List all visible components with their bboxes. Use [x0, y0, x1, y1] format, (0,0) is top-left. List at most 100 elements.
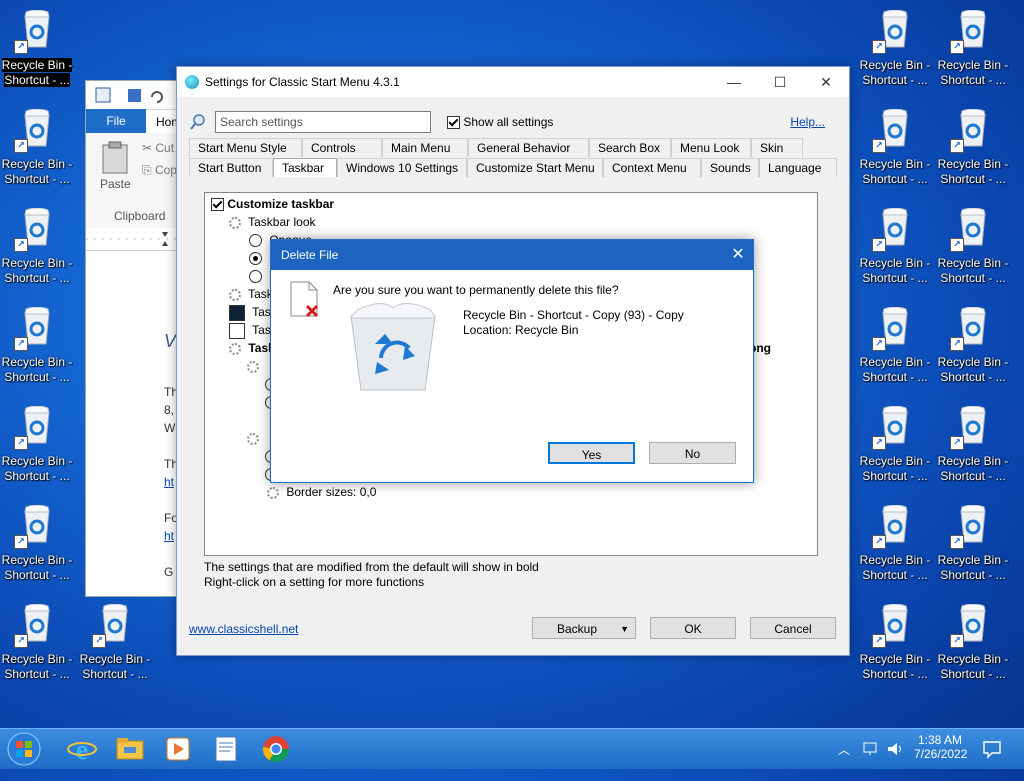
tab-language[interactable]: Language	[759, 158, 837, 177]
desktop-icon-recycle-bin-shortcut[interactable]: ↗ Recycle Bin - Shortcut - ...	[936, 596, 1010, 692]
doc-link[interactable]: ht	[164, 475, 174, 489]
search-input[interactable]: Search settings	[215, 111, 431, 133]
tab-sounds[interactable]: Sounds	[701, 158, 759, 177]
desktop-icon-recycle-bin-shortcut[interactable]: ↗ Recycle Bin - Shortcut - ...	[0, 497, 74, 593]
shortcut-arrow-icon: ↗	[14, 634, 28, 648]
desktop-icon-recycle-bin-shortcut[interactable]: ↗ Recycle Bin - Shortcut - ...	[0, 299, 74, 395]
desktop-icon-label: Recycle Bin - Shortcut - ...	[859, 553, 931, 582]
desktop-icon-recycle-bin-shortcut[interactable]: ↗ Recycle Bin - Shortcut - ...	[78, 596, 152, 692]
wordpad-taskbar-icon[interactable]	[210, 733, 242, 765]
shortcut-arrow-icon: ↗	[14, 139, 28, 153]
desktop-icon-recycle-bin-shortcut[interactable]: ↗ Recycle Bin - Shortcut - ...	[858, 497, 932, 593]
tab-menu-look[interactable]: Menu Look	[671, 138, 751, 157]
file-tab[interactable]: File	[86, 109, 146, 133]
yes-button[interactable]: Yes	[548, 442, 635, 464]
delete-file-dialog: Delete File ✕ Are you sure you want to p…	[270, 239, 754, 483]
settings-titlebar[interactable]: Settings for Classic Start Menu 4.3.1 — …	[177, 67, 849, 97]
tree-label: Taskbar look	[248, 215, 316, 229]
tree-radio-option[interactable]	[249, 267, 266, 285]
settings-gear-icon	[247, 360, 259, 373]
tab-customize-start-menu[interactable]: Customize Start Menu	[467, 158, 603, 177]
tab-start-button[interactable]: Start Button	[189, 158, 273, 177]
tree-task-item[interactable]: Task	[229, 285, 273, 303]
desktop-icon-recycle-bin-shortcut[interactable]: ↗ Recycle Bin - Shortcut - ...	[0, 2, 74, 98]
desktop-icon-recycle-bin-shortcut[interactable]: ↗ Recycle Bin - Shortcut - ...	[0, 596, 74, 692]
tree-taskbar-look[interactable]: Taskbar look	[229, 213, 316, 231]
tree-radio-option[interactable]	[249, 249, 266, 267]
tab-context-menu[interactable]: Context Menu	[603, 158, 701, 177]
desktop-icon-recycle-bin-shortcut[interactable]: ↗ Recycle Bin - Shortcut - ...	[858, 200, 932, 296]
tree-sub-gear[interactable]	[247, 429, 263, 447]
show-hidden-icons-button[interactable]: ︿	[838, 741, 850, 781]
desktop-icon-recycle-bin-shortcut[interactable]: ↗ Recycle Bin - Shortcut - ...	[936, 398, 1010, 494]
desktop-icon-recycle-bin-shortcut[interactable]: ↗ Recycle Bin - Shortcut - ...	[0, 200, 74, 296]
tree-border-sizes[interactable]: Border sizes: 0,0	[267, 483, 376, 501]
tab-taskbar[interactable]: Taskbar	[273, 158, 337, 177]
desktop-icon-recycle-bin-shortcut[interactable]: ↗ Recycle Bin - Shortcut - ...	[936, 299, 1010, 395]
desktop-icon-label: Recycle Bin - Shortcut - ...	[937, 256, 1009, 285]
hint-bold-settings: The settings that are modified from the …	[204, 560, 539, 574]
notifications-icon[interactable]	[982, 739, 1002, 759]
paste-icon[interactable]	[100, 141, 130, 175]
checkbox-icon	[211, 198, 224, 212]
cancel-button[interactable]: Cancel	[750, 617, 836, 639]
tree-sub-gear[interactable]	[247, 357, 263, 375]
desktop-icon-recycle-bin-shortcut[interactable]: ↗ Recycle Bin - Shortcut - ...	[936, 2, 1010, 98]
show-all-settings-checkbox[interactable]: Show all settings	[447, 115, 554, 130]
dialog-titlebar[interactable]: Delete File ✕	[271, 240, 753, 270]
maximize-button[interactable]: ☐	[757, 67, 803, 97]
desktop-icon-recycle-bin-shortcut[interactable]: ↗ Recycle Bin - Shortcut - ...	[936, 497, 1010, 593]
tab-skin[interactable]: Skin	[751, 138, 803, 157]
desktop-icon-label: Recycle Bin - Shortcut - ...	[1, 553, 73, 582]
desktop-icon-recycle-bin-shortcut[interactable]: ↗ Recycle Bin - Shortcut - ...	[0, 101, 74, 197]
desktop-icon-recycle-bin-shortcut[interactable]: ↗ Recycle Bin - Shortcut - ...	[858, 101, 932, 197]
clipboard-group-label: Clipboard	[114, 209, 166, 223]
chrome-icon[interactable]	[260, 733, 292, 765]
desktop-icon-recycle-bin-shortcut[interactable]: ↗ Recycle Bin - Shortcut - ...	[936, 101, 1010, 197]
media-player-icon[interactable]	[162, 733, 194, 765]
doc-line: W	[164, 421, 176, 435]
desktop-icon-recycle-bin-shortcut[interactable]: ↗ Recycle Bin - Shortcut - ...	[858, 299, 932, 395]
desktop-icon-label: Recycle Bin - Shortcut - ...	[1, 58, 73, 87]
desktop-icon-recycle-bin-shortcut[interactable]: ↗ Recycle Bin - Shortcut - ...	[0, 398, 74, 494]
desktop-icon-label: Recycle Bin - Shortcut - ...	[1, 157, 73, 186]
copy-button[interactable]: ⎘ Cop	[142, 163, 177, 178]
desktop-icon-recycle-bin-shortcut[interactable]: ↗ Recycle Bin - Shortcut - ...	[936, 200, 1010, 296]
paste-label[interactable]: Paste	[100, 177, 131, 191]
desktop-icon-label: Recycle Bin - Shortcut - ...	[937, 355, 1009, 384]
ok-button[interactable]: OK	[650, 617, 736, 639]
minimize-button[interactable]: —	[711, 67, 757, 97]
network-icon[interactable]	[862, 741, 880, 757]
classicshell-link[interactable]: www.classicshell.net	[189, 622, 298, 636]
help-link[interactable]: Help...	[790, 115, 825, 129]
close-button[interactable]: ✕	[803, 67, 849, 97]
tab-general-behavior[interactable]: General Behavior	[468, 138, 589, 157]
dialog-close-button[interactable]: ✕	[723, 240, 753, 270]
tab-controls[interactable]: Controls	[302, 138, 382, 157]
settings-gear-icon	[247, 432, 259, 445]
desktop-icon-recycle-bin-shortcut[interactable]: ↗ Recycle Bin - Shortcut - ...	[858, 596, 932, 692]
system-clock[interactable]: 1:38 AM 7/26/2022	[914, 733, 967, 773]
tree-customize-taskbar[interactable]: Customize taskbar	[211, 195, 334, 213]
desktop-icon-recycle-bin-shortcut[interactable]: ↗ Recycle Bin - Shortcut - ...	[858, 398, 932, 494]
file-explorer-icon[interactable]	[114, 733, 146, 765]
tab-windows-10-settings[interactable]: Windows 10 Settings	[337, 158, 467, 177]
svg-text:e: e	[76, 735, 88, 765]
doc-link[interactable]: ht	[164, 529, 174, 543]
checkbox-icon	[447, 116, 460, 130]
settings-gear-icon	[229, 288, 241, 301]
tab-start-menu-style[interactable]: Start Menu Style	[189, 138, 302, 157]
tree-task-texture[interactable]: Task	[229, 339, 275, 357]
tab-search-box[interactable]: Search Box	[589, 138, 671, 157]
tab-main-menu[interactable]: Main Menu	[382, 138, 468, 157]
internet-explorer-icon[interactable]: e	[66, 733, 98, 765]
no-button[interactable]: No	[649, 442, 736, 464]
desktop-icon-label: Recycle Bin - Shortcut - ...	[79, 652, 151, 681]
cut-button[interactable]: ✂ Cut	[142, 141, 174, 155]
desktop-icon-recycle-bin-shortcut[interactable]: ↗ Recycle Bin - Shortcut - ...	[858, 2, 932, 98]
volume-icon[interactable]	[886, 741, 904, 757]
start-button[interactable]	[4, 731, 44, 767]
cut-label: Cut	[155, 141, 175, 155]
show-all-label: Show all settings	[463, 115, 554, 129]
backup-button[interactable]: Backup ▼	[532, 617, 636, 639]
